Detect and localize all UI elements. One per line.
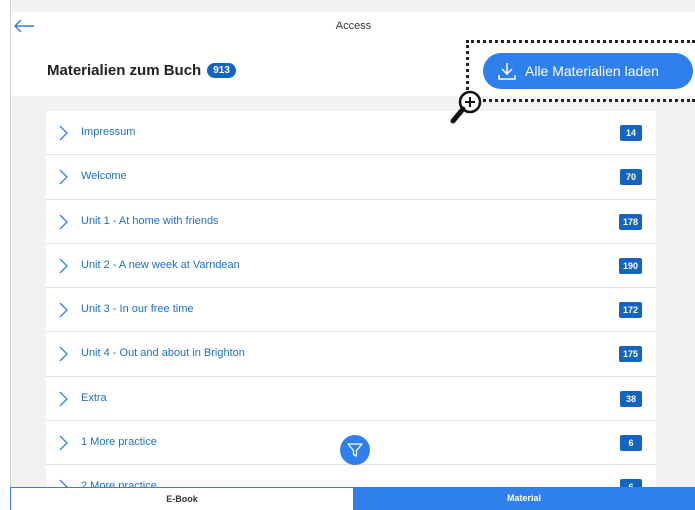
tab-material[interactable]: Material <box>353 487 695 510</box>
list-item-welcome[interactable]: Welcome 70 <box>46 155 656 200</box>
tab-ebook[interactable]: E-Book <box>10 487 353 510</box>
list-item-label: 1 More practice <box>81 436 157 449</box>
list-item-label: Impressum <box>81 126 136 138</box>
load-all-materials-label: Alle Materialien laden <box>525 63 659 79</box>
chevron-right-icon <box>59 214 68 230</box>
chevron-right-icon <box>59 258 68 274</box>
list-item-count: 190 <box>618 257 642 274</box>
bottom-tab-bar: E-Book Material <box>10 487 695 510</box>
list-item-unit-3[interactable]: Unit 3 - In our free time 172 <box>46 288 656 333</box>
list-item-unit-2[interactable]: Unit 2 - A new week at Varndean 190 <box>46 243 656 289</box>
chevron-right-icon <box>59 302 68 318</box>
chevron-right-icon <box>59 347 68 362</box>
chevron-right-icon <box>59 391 68 407</box>
chevron-right-icon <box>59 169 68 185</box>
filter-icon <box>347 443 363 457</box>
list-item-count: 14 <box>620 125 642 141</box>
list-item-extra[interactable]: Extra 38 <box>46 376 656 422</box>
page-title: Access <box>335 20 372 32</box>
materials-title: Materialien zum Buch 913 <box>47 62 236 79</box>
list-item-label: Welcome <box>81 170 127 183</box>
load-all-materials-button[interactable]: Alle Materialien laden <box>483 53 693 89</box>
chevron-right-icon <box>59 125 68 141</box>
list-item-count: 172 <box>618 302 642 319</box>
chevron-right-icon <box>59 435 68 451</box>
list-item-count: 178 <box>618 213 642 230</box>
list-item-count: 175 <box>618 346 642 363</box>
materials-count-badge: 913 <box>207 63 236 78</box>
list-item-label: Unit 3 - In our free time <box>81 303 194 316</box>
list-item-impressum[interactable]: Impressum 14 <box>46 111 656 156</box>
list-item-label: Unit 1 - At home with friends <box>81 214 219 227</box>
list-item-label: Unit 2 - A new week at Varndean <box>81 258 240 271</box>
list-item-label: Unit 4 - Out and about in Brighton <box>81 347 245 360</box>
zoom-in-icon <box>450 90 482 124</box>
list-item-count: 70 <box>620 169 642 186</box>
filter-button[interactable] <box>340 435 370 465</box>
materials-title-text: Materialien zum Buch <box>47 62 202 79</box>
list-item-count: 38 <box>620 390 642 407</box>
list-item-unit-1[interactable]: Unit 1 - At home with friends 178 <box>46 199 656 244</box>
download-icon <box>498 63 516 80</box>
list-item-count: 6 <box>620 435 642 452</box>
list-item-unit-4[interactable]: Unit 4 - Out and about in Brighton 175 <box>46 332 656 377</box>
list-item-label: Extra <box>81 391 107 404</box>
